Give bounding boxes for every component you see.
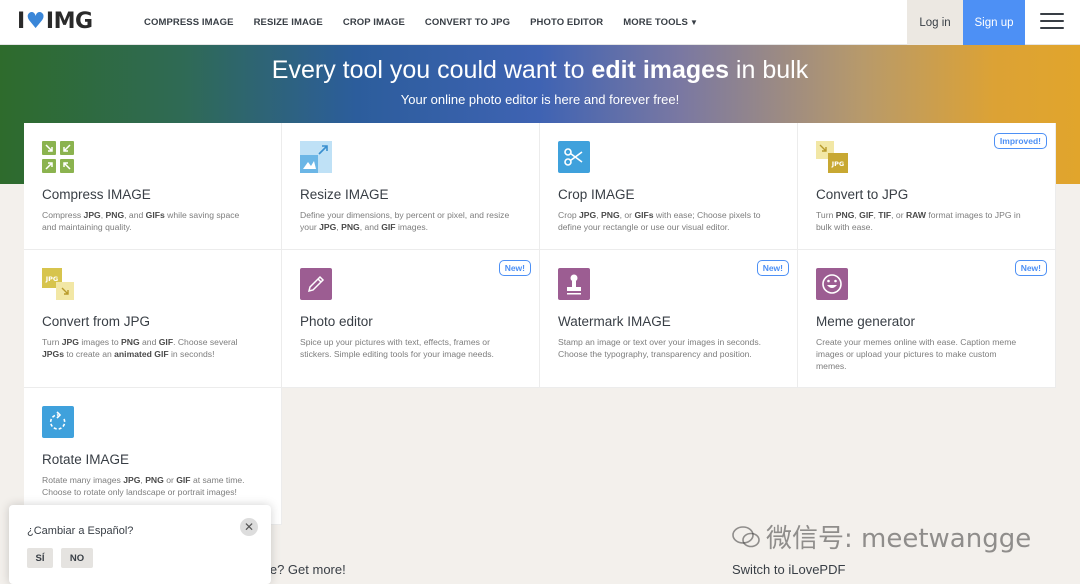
tool-description: Turn JPG images to PNG and GIF. Choose s…	[42, 337, 238, 359]
improved-badge: Improved!	[993, 133, 1047, 149]
heart-icon: ♥	[25, 9, 46, 34]
svg-text:JPG: JPG	[831, 160, 845, 168]
tool-card-watermark-image[interactable]: Watermark IMAGE Stamp an image or text o…	[540, 250, 798, 388]
caret-down-icon: ▼	[689, 18, 698, 27]
convert-from-jpg-icon: JPG	[42, 268, 74, 300]
rotate-icon	[42, 406, 74, 438]
yes-button[interactable]: SÍ	[27, 548, 53, 568]
signup-button[interactable]: Sign up	[963, 0, 1025, 45]
tool-description: Turn PNG, GIF, TIF, or RAW format images…	[816, 210, 1021, 232]
hamburger-menu-icon[interactable]	[1040, 13, 1064, 33]
hero-title-post: in bulk	[728, 56, 809, 84]
switch-to-ilovepdf-link[interactable]: Switch to iLovePDF	[732, 562, 845, 577]
nav-crop-image[interactable]: CROP IMAGE	[343, 17, 405, 28]
wechat-icon	[732, 525, 760, 547]
pencil-icon	[300, 268, 332, 300]
nav-more-tools-label: MORE TOOLS	[623, 17, 688, 28]
stamp-icon	[558, 268, 590, 300]
tool-description: Compress JPG, PNG, and GIFs while saving…	[42, 210, 240, 232]
svg-text:JPG: JPG	[45, 275, 59, 283]
tool-description: Rotate many images JPG, PNG or GIF at sa…	[42, 475, 245, 497]
tool-title: Watermark IMAGE	[558, 314, 671, 329]
tool-title: Compress IMAGE	[42, 187, 151, 202]
new-badge: New!	[756, 260, 789, 276]
hero-subtitle: Your online photo editor is here and for…	[400, 92, 680, 107]
new-badge: New!	[1014, 260, 1047, 276]
close-icon[interactable]: ✕	[240, 518, 258, 536]
tool-title: Meme generator	[816, 314, 916, 329]
tool-description: Crop JPG, PNG, or GIFs with ease; Choose…	[558, 210, 761, 232]
tool-card-resize-image[interactable]: Resize IMAGE Define your dimensions, by …	[282, 123, 540, 250]
tool-title: Crop IMAGE	[558, 187, 635, 202]
tool-card-crop-image[interactable]: Crop IMAGE Crop JPG, PNG, or GIFs with e…	[540, 123, 798, 250]
tool-description: Spice up your pictures with text, effect…	[300, 337, 494, 359]
compress-icon	[42, 141, 74, 173]
tool-description: Stamp an image or text over your images …	[558, 337, 762, 359]
hero-title: Every tool you could want to edit images…	[0, 56, 1080, 85]
hero-title-bold: edit images	[591, 56, 729, 84]
tool-description: Define your dimensions, by percent or pi…	[300, 210, 510, 232]
logo-text: IMG	[45, 9, 93, 34]
tools-grid: Compress IMAGE Compress JPG, PNG, and GI…	[24, 123, 1056, 525]
wechat-watermark: 微信号: meetwangge	[732, 518, 1031, 555]
tool-card-meme-generator[interactable]: Meme generator Create your memes online …	[798, 250, 1056, 388]
login-button[interactable]: Log in	[907, 0, 963, 45]
language-popup: ¿Cambiar a Español? ✕ SÍ NO	[9, 505, 271, 584]
no-button[interactable]: NO	[61, 548, 93, 568]
nav-compress-image[interactable]: COMPRESS IMAGE	[144, 17, 234, 28]
convert-to-jpg-icon: JPG	[816, 141, 848, 173]
resize-icon	[300, 141, 332, 173]
iloveimg-logo[interactable]: I ♥ IMG	[17, 9, 93, 34]
tool-description: Create your memes online with ease. Capt…	[816, 337, 1017, 371]
language-question: ¿Cambiar a Español?	[27, 525, 134, 537]
nav-resize-image[interactable]: RESIZE IMAGE	[254, 17, 323, 28]
nav-convert-to-jpg[interactable]: CONVERT TO JPG	[425, 17, 510, 28]
tool-title: Resize IMAGE	[300, 187, 389, 202]
watermark-text: 微信号: meetwangge	[766, 524, 1032, 554]
tool-title: Convert from JPG	[42, 314, 151, 329]
tool-card-convert-to-jpg[interactable]: JPG Convert to JPG Turn PNG, GIF, TIF, o…	[798, 123, 1056, 250]
top-navbar: I ♥ IMG COMPRESS IMAGE RESIZE IMAGE CROP…	[0, 0, 1080, 45]
tool-card-compress-image[interactable]: Compress IMAGE Compress JPG, PNG, and GI…	[24, 123, 282, 250]
tool-card-convert-from-jpg[interactable]: JPG Convert from JPG Turn JPG images to …	[24, 250, 282, 388]
tool-title: Photo editor	[300, 314, 373, 329]
main-nav: COMPRESS IMAGE RESIZE IMAGE CROP IMAGE C…	[144, 0, 698, 45]
scissors-icon	[558, 141, 590, 173]
nav-photo-editor[interactable]: PHOTO EDITOR	[530, 17, 603, 28]
smiley-icon	[816, 268, 848, 300]
tool-card-photo-editor[interactable]: Photo editor Spice up your pictures with…	[282, 250, 540, 388]
tool-title: Rotate IMAGE	[42, 452, 130, 467]
hero-title-pre: Every tool you could want to	[271, 56, 592, 84]
nav-more-tools[interactable]: MORE TOOLS ▼	[623, 17, 698, 28]
tool-title: Convert to JPG	[816, 187, 909, 202]
logo-letter: I	[17, 9, 25, 34]
new-badge: New!	[498, 260, 531, 276]
